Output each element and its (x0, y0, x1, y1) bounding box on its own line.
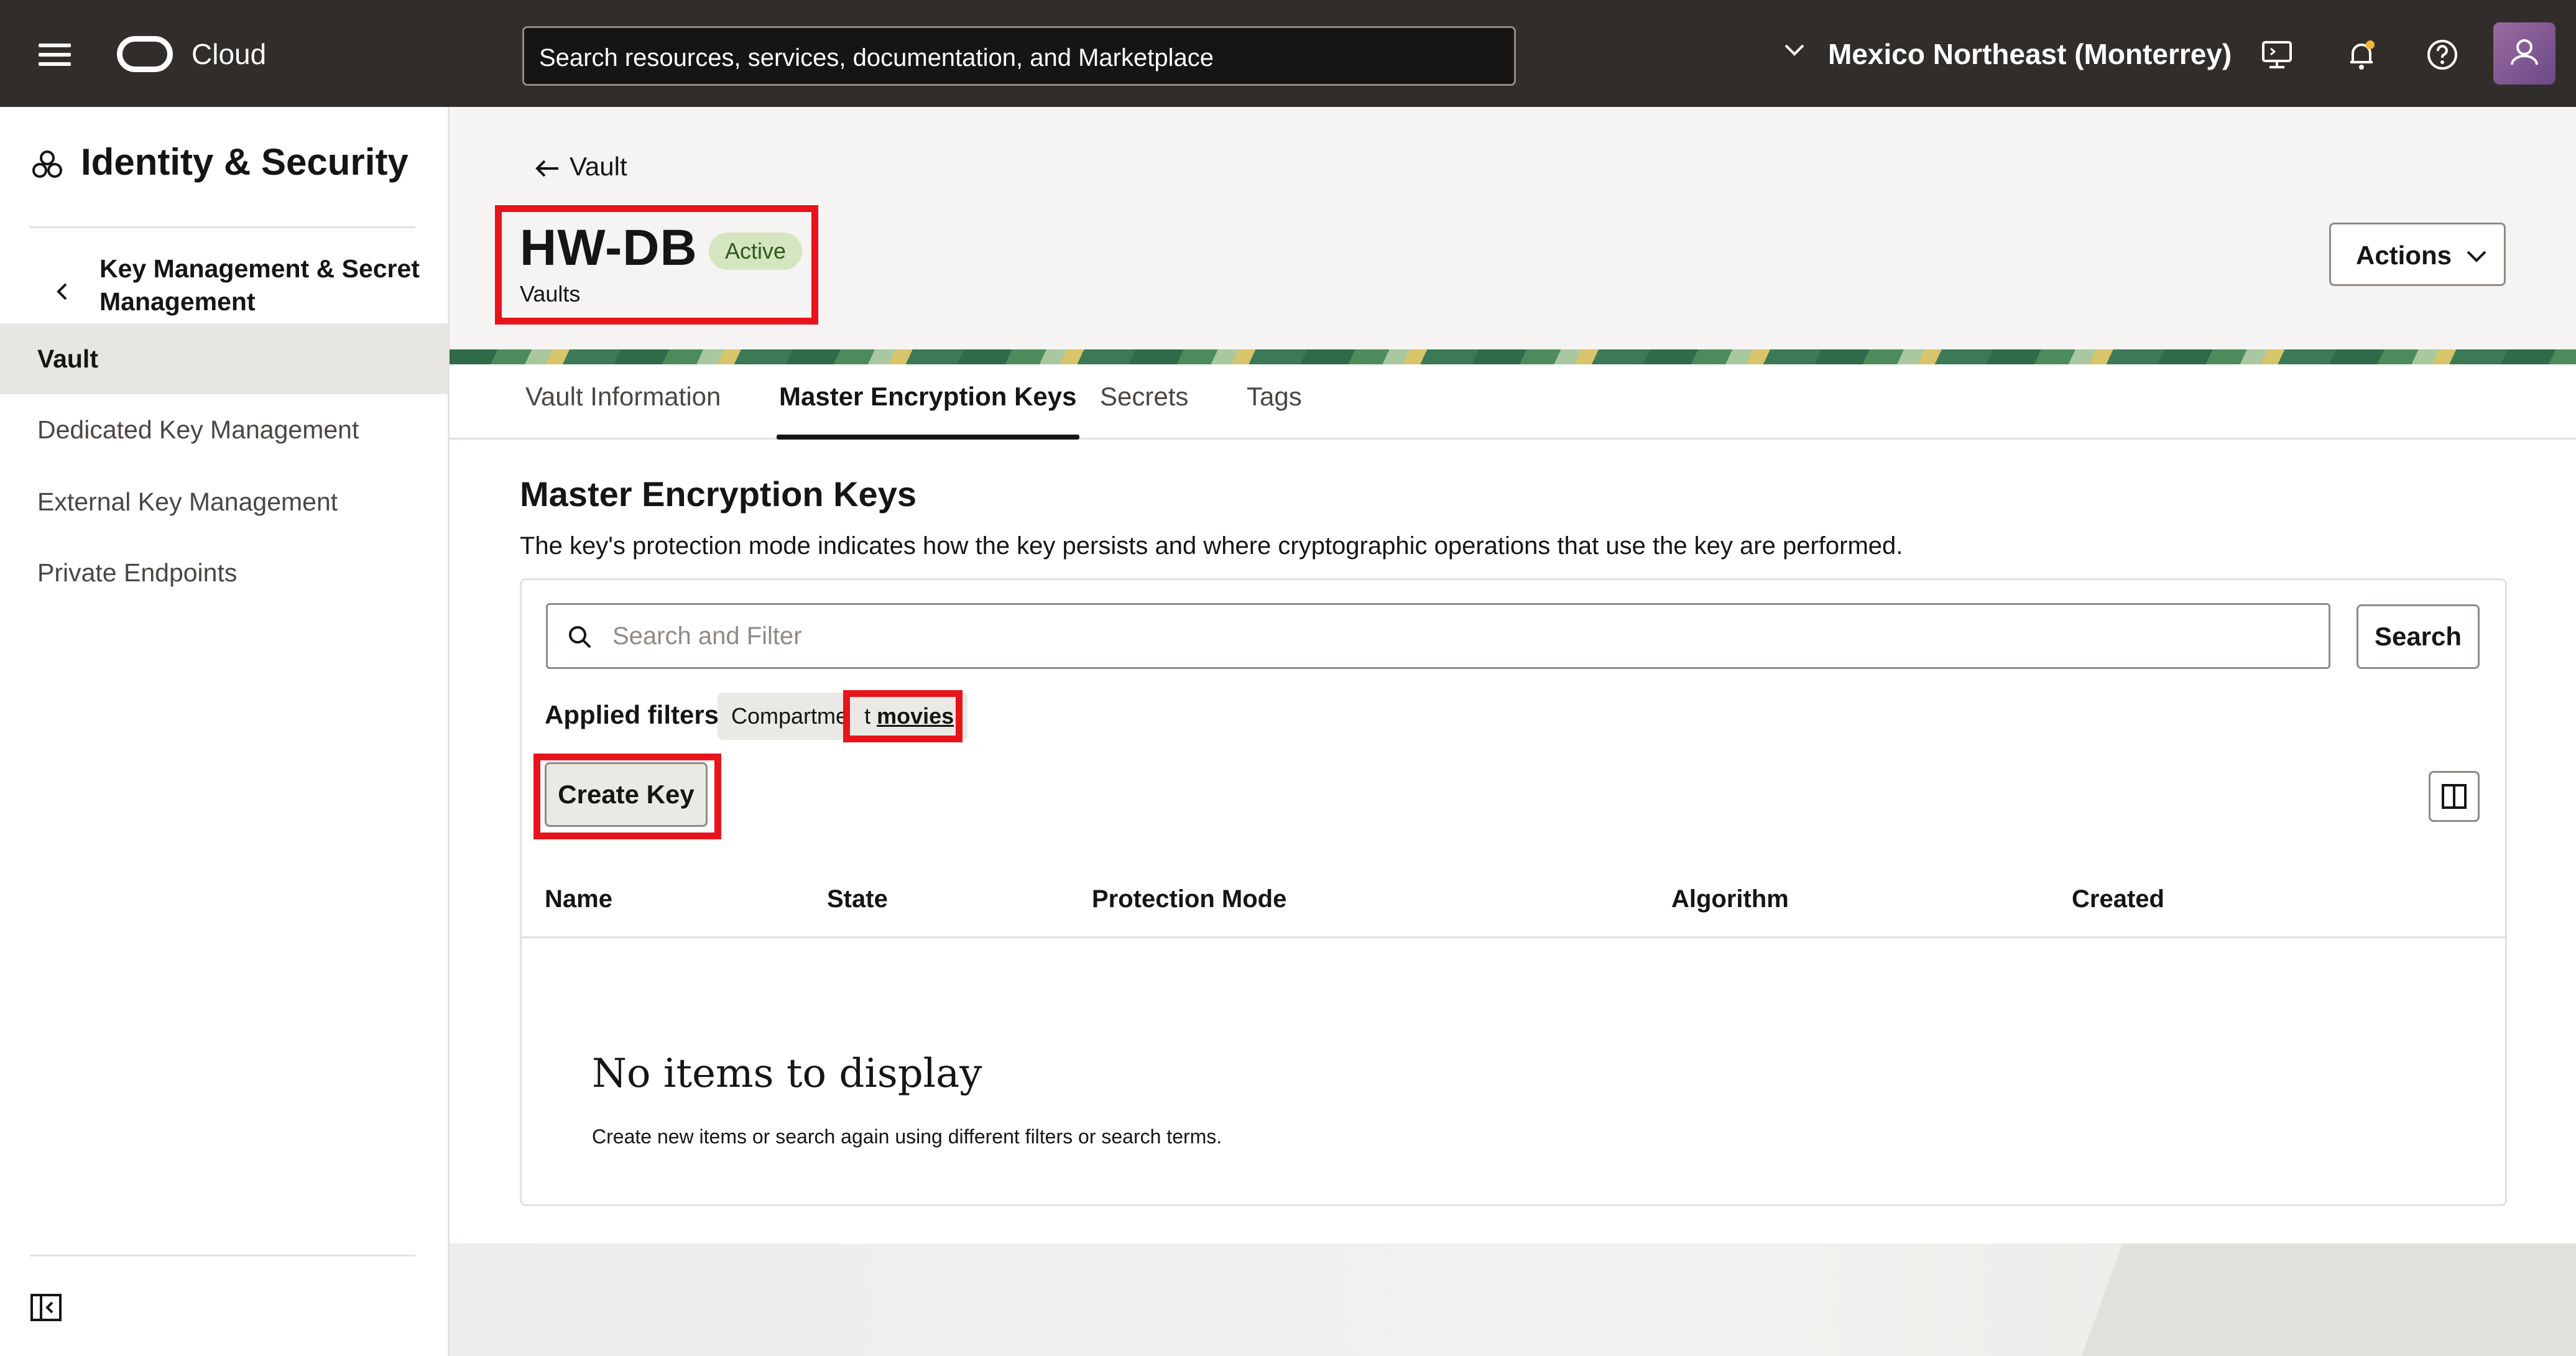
hamburger-menu-icon[interactable] (39, 44, 71, 66)
user-icon (2511, 39, 2538, 65)
region-selector[interactable]: Mexico Northeast (Monterrey) (1828, 37, 2232, 71)
sidebar-bottom-divider (30, 1255, 415, 1257)
chevron-left-icon[interactable] (50, 276, 75, 307)
empty-state-title: No items to display (592, 1051, 982, 1097)
user-avatar[interactable] (2493, 22, 2555, 85)
filter-chip-value[interactable]: movies (877, 703, 954, 729)
keys-list-card (520, 578, 2507, 1206)
decorative-banner (450, 349, 2576, 364)
actions-button[interactable]: Actions (2329, 223, 2506, 286)
tab-vault-information[interactable]: Vault Information (525, 364, 721, 438)
cloud-shell-icon[interactable] (2258, 36, 2296, 73)
column-header-protection-mode[interactable]: Protection Mode (1092, 885, 1286, 913)
section-description: The key's protection mode indicates how … (520, 532, 1903, 560)
back-link-label: Vault (570, 152, 627, 181)
sidebar-section-title[interactable]: Key Management & Secret Management (99, 252, 423, 318)
sidebar-item-vault[interactable]: Vault (0, 323, 448, 394)
status-badge: Active (709, 233, 803, 270)
table-header-divider (522, 936, 2505, 938)
collapse-sidebar-icon[interactable] (30, 1293, 62, 1322)
global-search-input[interactable]: Search resources, services, documentatio… (522, 26, 1516, 86)
sidebar-item-dedicated-key-management[interactable]: Dedicated Key Management (0, 394, 448, 465)
search-button[interactable]: Search (2357, 604, 2480, 669)
sidebar-divider (30, 226, 415, 228)
tab-secrets[interactable]: Secrets (1100, 364, 1188, 438)
help-icon[interactable] (2424, 36, 2461, 73)
search-icon (569, 626, 591, 648)
arrow-left-icon (535, 160, 558, 177)
filter-chip-label-end: t (864, 703, 871, 729)
create-key-button[interactable]: Create Key (545, 762, 708, 827)
footer-background (450, 1243, 2576, 1356)
column-header-created[interactable]: Created (2072, 885, 2164, 913)
columns-icon (2442, 784, 2467, 809)
chevron-down-icon[interactable] (1782, 37, 1807, 62)
tab-bar: Vault Information Master Encryption Keys… (450, 364, 2576, 440)
filter-chip-label: Compartme (731, 703, 849, 729)
search-filter-placeholder: Search and Filter (612, 622, 802, 650)
brand-name[interactable]: Cloud (192, 37, 266, 71)
sidebar-item-external-key-management[interactable]: External Key Management (0, 466, 448, 537)
page-header (450, 107, 2576, 349)
applied-filters-label: Applied filters (545, 700, 719, 729)
page-title: HW-DB (520, 219, 698, 276)
chevron-down-icon (2467, 251, 2486, 262)
column-header-name[interactable]: Name (545, 885, 612, 913)
tab-master-encryption-keys[interactable]: Master Encryption Keys (777, 364, 1079, 440)
column-header-algorithm[interactable]: Algorithm (1671, 885, 1789, 913)
column-settings-button[interactable] (2429, 771, 2480, 822)
page-subtitle: Vaults (520, 281, 581, 307)
oracle-logo-icon[interactable] (117, 36, 173, 72)
filter-chip-compartment[interactable]: Compartme t movies (718, 693, 968, 740)
top-bar: Cloud Search resources, services, docume… (0, 0, 2576, 107)
sidebar-item-private-endpoints[interactable]: Private Endpoints (0, 537, 448, 608)
sidebar-title: Identity & Security (81, 141, 409, 183)
section-title: Master Encryption Keys (520, 474, 916, 514)
empty-state-description: Create new items or search again using d… (592, 1125, 1222, 1148)
search-filter-input[interactable]: Search and Filter (546, 603, 2330, 669)
global-search-placeholder: Search resources, services, documentatio… (539, 44, 1214, 71)
back-to-vault-link[interactable]: Vault (533, 152, 627, 182)
actions-button-label: Actions (2356, 241, 2452, 270)
identity-security-icon (32, 150, 62, 178)
tab-tags[interactable]: Tags (1247, 364, 1302, 438)
notifications-bell-icon[interactable] (2343, 36, 2380, 73)
column-header-state[interactable]: State (827, 885, 888, 913)
